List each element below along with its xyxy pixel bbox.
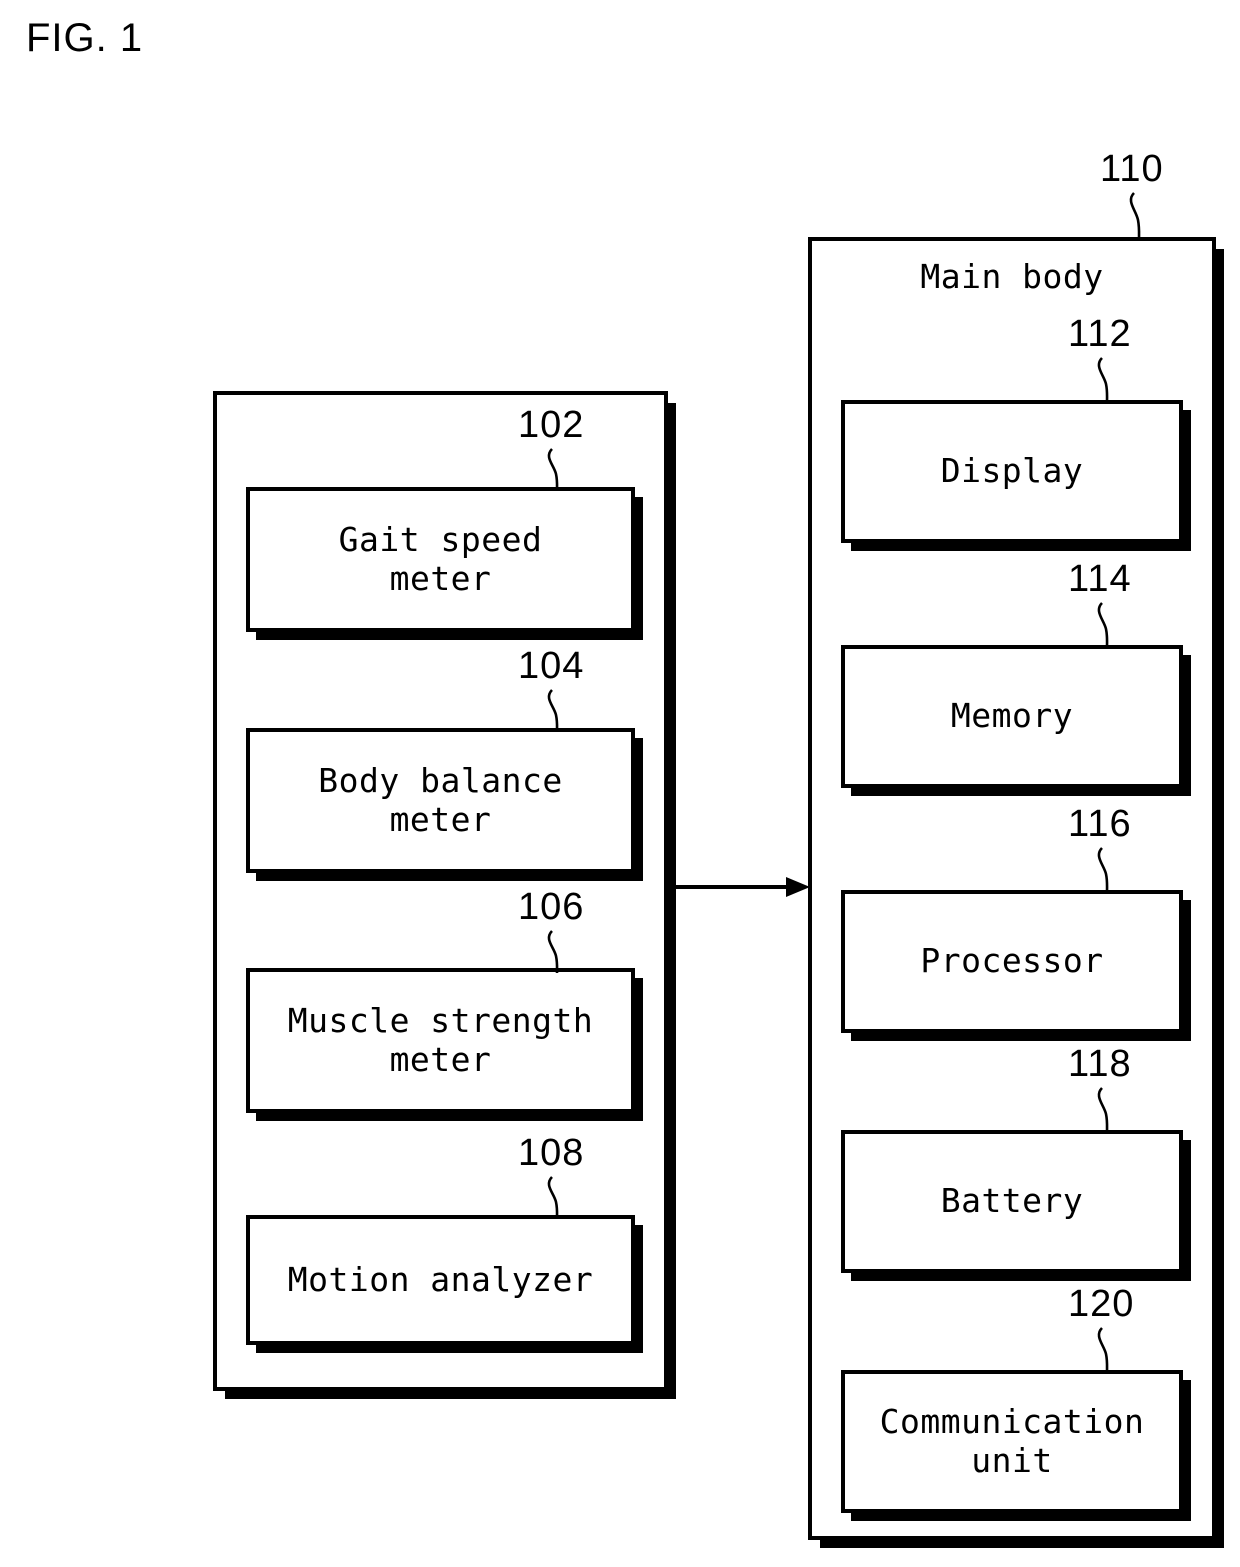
ref-numeral-114: 114 xyxy=(1068,558,1132,600)
block-motion-analyzer[interactable]: Motion analyzer xyxy=(246,1215,635,1345)
ref-numeral-112: 112 xyxy=(1068,313,1132,355)
arrow-left-to-main-body xyxy=(664,877,810,897)
ref-numeral-110: 110 xyxy=(1100,148,1164,190)
ref-numeral-118: 118 xyxy=(1068,1043,1132,1085)
block-gait-speed-meter[interactable]: Gait speed meter xyxy=(246,487,635,632)
block-display[interactable]: Display xyxy=(841,400,1183,543)
main-body-caption: Main body xyxy=(920,257,1104,296)
block-battery[interactable]: Battery xyxy=(841,1130,1183,1273)
ref-numeral-102: 102 xyxy=(518,404,585,446)
block-memory[interactable]: Memory xyxy=(841,645,1183,788)
block-muscle-strength-meter[interactable]: Muscle strength meter xyxy=(246,968,635,1113)
ref-numeral-104: 104 xyxy=(518,645,585,687)
ref-numeral-108: 108 xyxy=(518,1132,585,1174)
block-processor[interactable]: Processor xyxy=(841,890,1183,1033)
ref-numeral-116: 116 xyxy=(1068,803,1132,845)
figure-title: FIG. 1 xyxy=(26,16,144,60)
block-communication-unit[interactable]: Communication unit xyxy=(841,1370,1183,1513)
leader-line-110 xyxy=(1129,192,1141,240)
ref-numeral-106: 106 xyxy=(518,886,585,928)
ref-numeral-120: 120 xyxy=(1068,1283,1135,1325)
block-body-balance-meter[interactable]: Body balance meter xyxy=(246,728,635,873)
